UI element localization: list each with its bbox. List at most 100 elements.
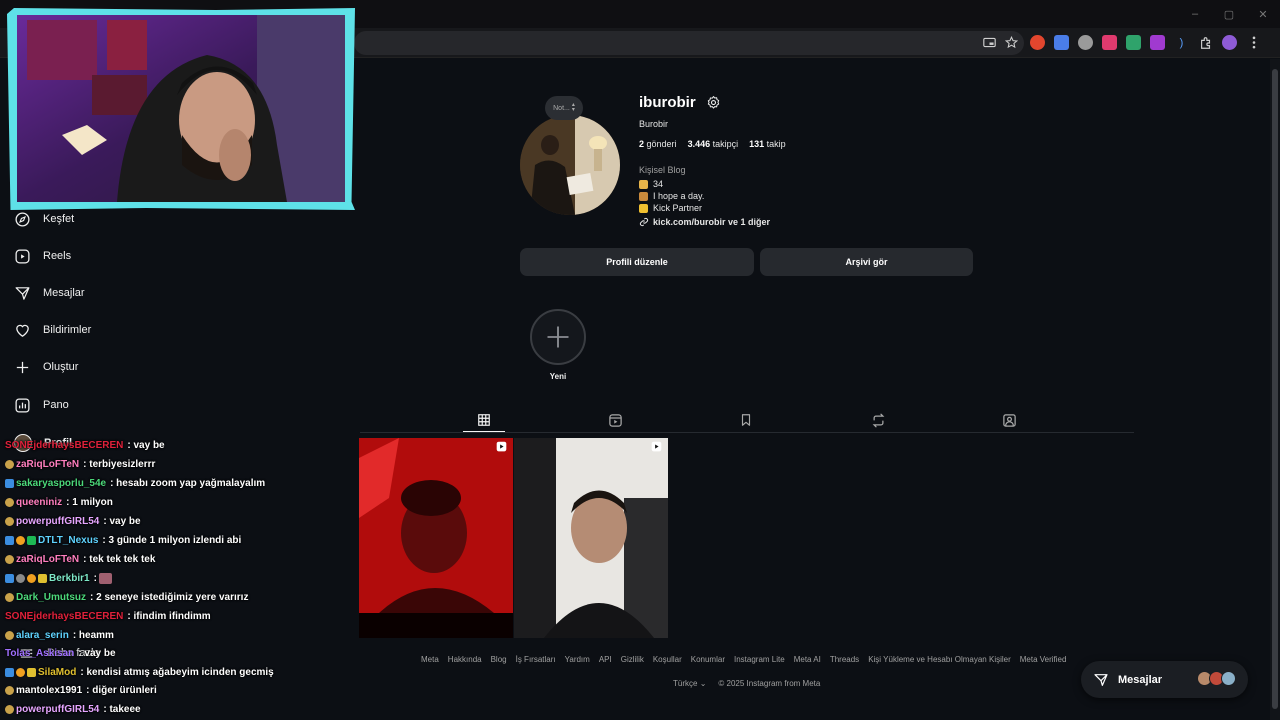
reels-icon xyxy=(15,248,30,264)
sidebar-item-dashboard[interactable]: Pano xyxy=(14,390,69,420)
puzzle-icon[interactable] xyxy=(1198,35,1213,50)
tab-tagged[interactable] xyxy=(988,408,1030,432)
chat-text: : vay be xyxy=(127,440,165,451)
chat-username[interactable]: SONEjderhaysBECEREN xyxy=(5,440,123,451)
chat-username[interactable]: Dark_Umutsuz xyxy=(16,592,86,603)
chat-username[interactable]: SilaMod xyxy=(38,667,76,678)
bio-line: 34 xyxy=(639,179,663,189)
following-stat[interactable]: 131 takip xyxy=(749,139,786,149)
post-thumbnail[interactable] xyxy=(514,438,668,638)
link-icon xyxy=(639,217,649,227)
bookmark-star-icon[interactable] xyxy=(1004,35,1018,49)
translate-icon[interactable] xyxy=(1054,35,1069,50)
sidebar-item-messages[interactable]: Mesajlar xyxy=(14,278,85,308)
compass-icon xyxy=(15,211,30,227)
posts-stat[interactable]: 2 gönderi xyxy=(639,139,677,149)
chat-message: queeniniz : 1 milyon xyxy=(5,497,113,508)
tab-posts[interactable] xyxy=(463,408,505,432)
following-label: takip xyxy=(766,139,786,149)
chat-message: Tolas_Askisan: vay be xyxy=(5,648,116,659)
footer-link[interactable]: Hakkında xyxy=(448,655,482,664)
tab-reposts[interactable] xyxy=(857,408,899,432)
close-window-button[interactable]: ✕ xyxy=(1246,0,1280,28)
note-bubble[interactable]: Not... ▴ ▾ xyxy=(545,96,583,120)
post-thumbnail[interactable] xyxy=(359,438,513,638)
sidebar-item-notifications[interactable]: Bildirimler xyxy=(14,315,91,345)
footer-link[interactable]: API xyxy=(599,655,612,664)
chat-username[interactable]: SONEjderhaysBECEREN xyxy=(5,611,123,622)
footer-link[interactable]: Kişi Yükleme ve Hesabı Olmayan Kişiler xyxy=(868,655,1011,664)
footer-link[interactable]: Konumlar xyxy=(691,655,725,664)
window-controls: – ▢ ✕ xyxy=(1178,0,1280,28)
chat-text: : diğer ürünleri xyxy=(86,685,157,696)
menu-icon[interactable] xyxy=(1246,35,1261,50)
footer-link[interactable]: Yardım xyxy=(565,655,590,664)
footer-link[interactable]: Blog xyxy=(491,655,507,664)
chat-username[interactable]: zaRiqLoFTeN xyxy=(16,459,79,470)
chat-badge-icon xyxy=(16,574,25,583)
extension-purple-icon[interactable] xyxy=(1150,35,1165,50)
chat-message: zaRiqLoFTeN: tek tek tek tek xyxy=(5,554,155,565)
tab-reels[interactable] xyxy=(594,408,636,432)
edit-profile-button[interactable]: Profili düzenle xyxy=(520,248,754,276)
chat-text: : 2 seneye istediğimiz yere varırız xyxy=(90,592,249,603)
footer-link[interactable]: Koşullar xyxy=(653,655,682,664)
chat-text: : 1 milyon xyxy=(66,497,113,508)
sparkle-emoji-icon xyxy=(639,179,648,189)
address-bar[interactable] xyxy=(354,31,1024,55)
tab-saved[interactable] xyxy=(725,408,767,432)
bio-link[interactable]: kick.com/burobir ve 1 diğer xyxy=(639,217,770,227)
scrollbar-thumb[interactable] xyxy=(1272,69,1278,709)
extension-pink-icon[interactable] xyxy=(1102,35,1117,50)
footer-link[interactable]: Threads xyxy=(830,655,859,664)
footer-link[interactable]: Instagram Lite xyxy=(734,655,785,664)
minimize-button[interactable]: – xyxy=(1178,0,1212,28)
chat-badge-icon xyxy=(5,498,14,507)
chat-badge-icon xyxy=(27,668,36,677)
profile-icon[interactable] xyxy=(1222,35,1237,50)
chat-message: powerpuffGIRL54: takeee xyxy=(5,704,141,715)
avatar xyxy=(1221,671,1236,686)
chat-username[interactable]: mantolex1991 xyxy=(16,685,82,696)
sidebar-item-create[interactable]: Oluştur xyxy=(14,352,78,382)
followers-label: takipçi xyxy=(712,139,739,149)
extension-green-icon[interactable] xyxy=(1126,35,1141,50)
sidebar-item-label: Bildirimler xyxy=(43,324,92,336)
messenger-icon xyxy=(1094,673,1108,686)
profile-full-name: Burobir xyxy=(639,119,669,129)
chat-text: : heamm xyxy=(72,630,114,641)
followers-stat[interactable]: 3.446 takipçi xyxy=(688,139,739,149)
extension-blue-icon[interactable]: ) xyxy=(1174,35,1189,50)
footer-link[interactable]: Meta xyxy=(421,655,439,664)
chat-text: : kendisi atmış ağabeyim icinden gecmiş xyxy=(80,667,274,678)
webcam-feed xyxy=(17,15,345,202)
chat-username[interactable]: zaRiqLoFTeN xyxy=(16,554,79,565)
view-archive-button[interactable]: Arşivi gör xyxy=(760,248,973,276)
post-image xyxy=(514,438,668,638)
chat-username[interactable]: sakaryasporlu_54e xyxy=(16,478,106,489)
maximize-button[interactable]: ▢ xyxy=(1212,0,1246,28)
extension-red-icon[interactable] xyxy=(1030,35,1045,50)
language-selector[interactable]: Türkçe ⌄ xyxy=(673,679,706,688)
footer-link[interactable]: İş Fırsatları xyxy=(516,655,556,664)
profile-avatar[interactable] xyxy=(520,115,620,215)
chat-username[interactable]: powerpuffGIRL54 xyxy=(16,516,99,527)
chat-username[interactable]: Tolas_Askisan xyxy=(5,648,74,659)
chat-username[interactable]: DTLT_Nexus xyxy=(38,535,98,546)
pip-icon[interactable] xyxy=(982,35,996,49)
footer-link[interactable]: Meta AI xyxy=(794,655,821,664)
chat-username[interactable]: alara_serin xyxy=(16,630,69,641)
messages-pill[interactable]: Mesajlar xyxy=(1081,661,1248,698)
chat-username[interactable]: Berkbir1 xyxy=(49,573,90,584)
footer-link[interactable]: Meta Verified xyxy=(1020,655,1067,664)
sidebar-item-reels[interactable]: Reels xyxy=(14,241,71,271)
page-scrollbar[interactable] xyxy=(1270,59,1280,720)
footer-link[interactable]: Gizlilik xyxy=(621,655,644,664)
sidebar-item-label: Keşfet xyxy=(43,213,75,225)
extension-gray-icon[interactable] xyxy=(1078,35,1093,50)
chat-username[interactable]: queeniniz xyxy=(16,497,62,508)
settings-gear-icon[interactable] xyxy=(706,95,721,110)
chat-username[interactable]: powerpuffGIRL54 xyxy=(16,704,99,715)
new-highlight-button[interactable] xyxy=(530,309,586,365)
footer-links: Meta Hakkında Blog İş Fırsatları Yardım … xyxy=(421,655,1066,664)
